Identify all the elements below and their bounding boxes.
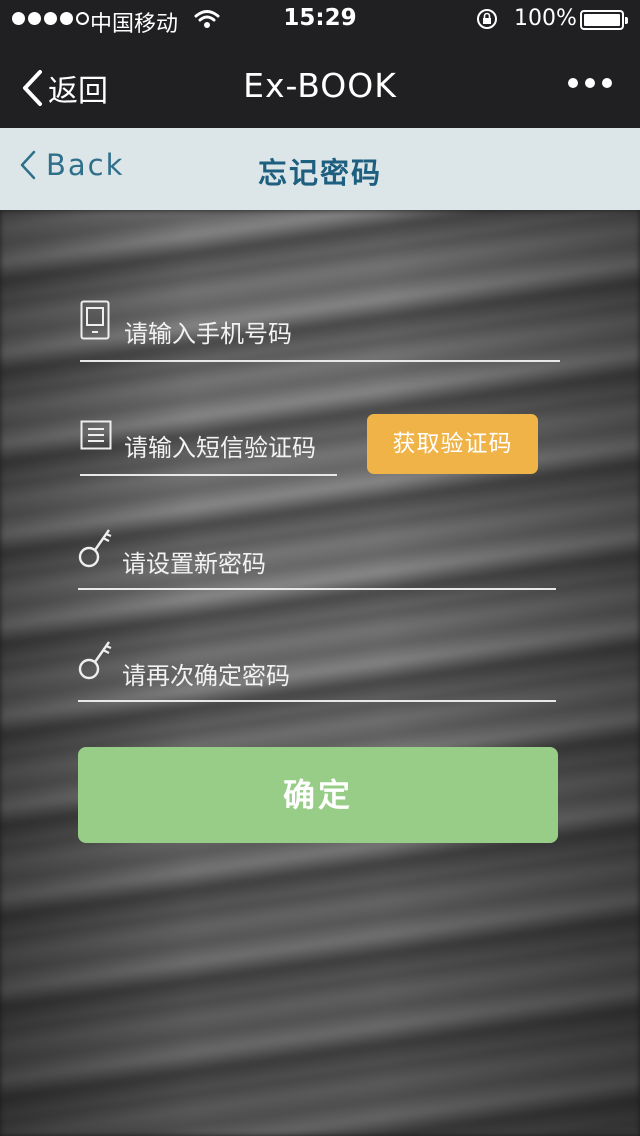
wechat-top-bar: 中国移动 15:29 100% 返回 Ex-BOOK [0, 0, 640, 128]
phone-input[interactable]: 请输入手机号码 [80, 296, 560, 362]
rotation-lock-icon [477, 9, 497, 29]
phone-placeholder: 请输入手机号码 [124, 320, 292, 348]
new-password-placeholder: 请设置新密码 [122, 550, 266, 578]
sms-code-placeholder: 请输入短信验证码 [124, 434, 316, 462]
sms-code-input[interactable]: 请输入短信验证码 [80, 410, 337, 476]
get-code-button[interactable]: 获取验证码 [367, 414, 538, 474]
document-lines-icon [80, 420, 112, 450]
wechat-title: Ex-BOOK [243, 66, 397, 105]
battery-percent: 100% [514, 6, 577, 31]
key-icon [78, 641, 112, 680]
battery-icon [580, 10, 628, 30]
page-header: Back 忘记密码 [0, 128, 640, 210]
page-title: 忘记密码 [257, 156, 382, 190]
confirm-password-input[interactable]: 请再次确定密码 [78, 636, 556, 702]
more-options-icon[interactable] [568, 78, 612, 88]
status-bar: 中国移动 15:29 100% [0, 0, 640, 40]
confirm-password-placeholder: 请再次确定密码 [122, 662, 290, 690]
screen: 中国移动 15:29 100% 返回 Ex-BOOK Back 忘记密码 请输入… [0, 0, 640, 1136]
new-password-input[interactable]: 请设置新密码 [78, 524, 556, 590]
mobile-phone-icon [80, 300, 110, 340]
confirm-button[interactable]: 确定 [78, 747, 558, 843]
key-icon [78, 529, 112, 568]
